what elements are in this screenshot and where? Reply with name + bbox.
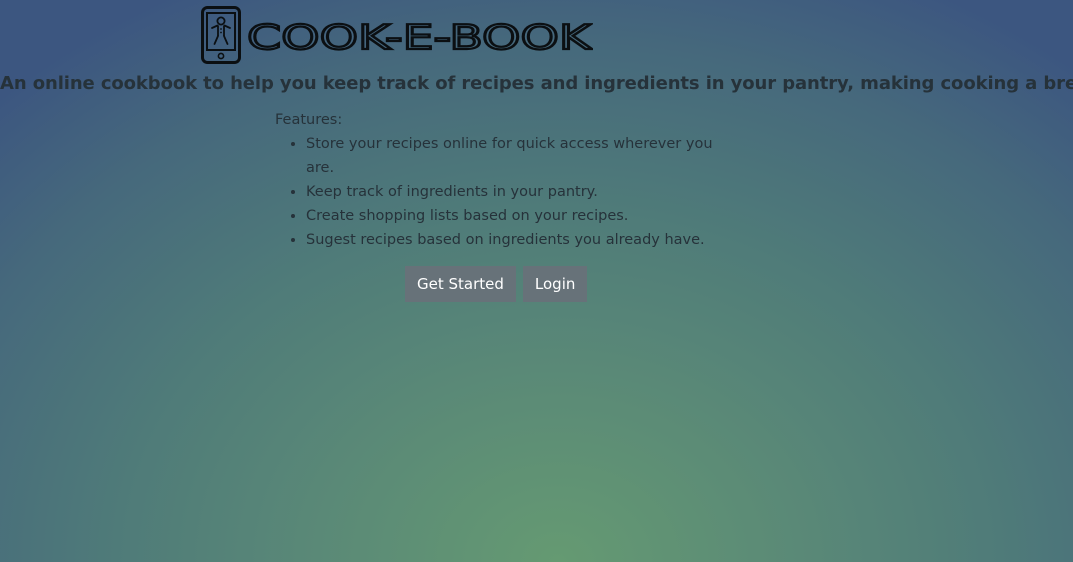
feature-item: Sugest recipes based on ingredients you …: [306, 228, 715, 252]
site-logo: COOK-E-BOOK: [201, 6, 593, 64]
login-button[interactable]: Login: [522, 266, 588, 302]
feature-item: Store your recipes online for quick acce…: [306, 132, 715, 180]
ebook-reader-gingerbread-icon: [201, 6, 241, 64]
feature-item: Keep track of ingredients in your pantry…: [306, 180, 715, 204]
tagline: An online cookbook to help you keep trac…: [0, 73, 1073, 94]
features-section: Features: Store your recipes online for …: [275, 108, 715, 252]
action-buttons: Get Started Login: [405, 266, 588, 302]
get-started-button[interactable]: Get Started: [405, 266, 516, 302]
features-heading: Features:: [275, 112, 343, 128]
features-list: Store your recipes online for quick acce…: [275, 132, 715, 252]
logo-wordmark-text: COOK-E-BOOK: [247, 18, 593, 55]
feature-item: Create shopping lists based on your reci…: [306, 204, 715, 228]
logo-wordmark: COOK-E-BOOK: [247, 17, 593, 55]
